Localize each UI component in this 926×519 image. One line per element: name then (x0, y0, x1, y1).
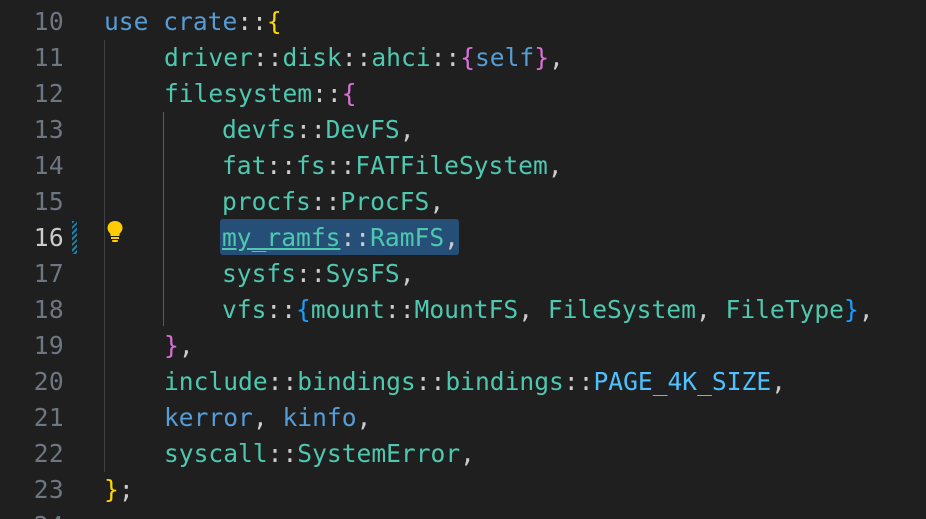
code-line[interactable]: vfs::{mount::MountFS, FileSystem, FileTy… (104, 292, 874, 328)
keyword-use: use (104, 7, 149, 36)
code-line[interactable]: use crate::{ (104, 4, 282, 40)
line-number: 13 (33, 115, 64, 144)
type-name: RamFS (370, 223, 445, 252)
type-name: FileType (725, 295, 844, 324)
module-name: procfs (222, 187, 311, 216)
module-name: sysfs (222, 259, 297, 288)
open-brace: { (296, 295, 311, 324)
close-brace: } (843, 295, 859, 324)
semicolon: ; (118, 475, 134, 504)
line-number: 12 (33, 79, 64, 108)
comma: , (178, 331, 194, 360)
type-name: MountFS (414, 295, 519, 324)
type-name: FATFileSystem (355, 151, 548, 180)
line-number: 11 (33, 43, 64, 72)
code-line[interactable]: kerror, kinfo, (104, 400, 371, 436)
code-line[interactable]: procfs::ProcFS, (104, 184, 444, 220)
comma: , (356, 403, 372, 432)
macro-name: kerror (164, 403, 253, 432)
module-name: my_ramfs (222, 223, 341, 252)
code-line[interactable]: devfs::DevFS, (104, 112, 415, 148)
module-name: driver (164, 43, 253, 72)
constant-name: PAGE_4K_SIZE (593, 367, 772, 396)
comma: , (547, 151, 563, 180)
close-brace: } (164, 331, 179, 360)
path-separator: :: (237, 7, 267, 36)
line-number: 17 (33, 259, 64, 288)
macro-name: kinfo (282, 403, 357, 432)
module-name: devfs (222, 115, 297, 144)
close-brace: } (104, 475, 119, 504)
comma: , (549, 43, 564, 72)
line-number: 18 (33, 295, 64, 324)
line-number: 22 (33, 439, 64, 468)
comma: , (771, 367, 786, 396)
code-line[interactable]: driver::disk::ahci::{self}, (104, 40, 564, 76)
module-name: bindings (297, 367, 416, 396)
line-number-gutter: 10 11 12 13 14 15 16 17 18 19 20 21 22 2… (0, 0, 100, 519)
code-editor[interactable]: 10 11 12 13 14 15 16 17 18 19 20 21 22 2… (0, 0, 926, 519)
comma: , (399, 115, 415, 144)
line-number: 15 (33, 187, 64, 216)
type-name: ProcFS (340, 187, 430, 216)
path-separator: :: (312, 79, 342, 108)
code-line[interactable]: syscall::SystemError, (104, 436, 475, 472)
code-line[interactable]: sysfs::SysFS, (104, 256, 415, 292)
type-name: DevFS (325, 115, 400, 144)
type-name: FileSystem (547, 295, 696, 324)
open-brace: { (341, 79, 357, 108)
line-number: 14 (33, 151, 64, 180)
module-name: filesystem (164, 79, 313, 108)
close-brace: } (534, 43, 550, 72)
line-number: 24 (0, 508, 64, 519)
line-number: 20 (33, 367, 64, 396)
comma: , (444, 223, 459, 252)
module-name: vfs (222, 295, 267, 324)
comma: , (399, 259, 415, 288)
module-name: mount (310, 295, 385, 324)
modified-line-marker[interactable] (72, 221, 77, 254)
module-name: fs (296, 151, 326, 180)
code-line[interactable]: }, (104, 328, 194, 364)
line-number: 23 (33, 475, 64, 504)
keyword-self: self (475, 43, 535, 72)
code-line[interactable]: fat::fs::FATFileSystem, (104, 148, 563, 184)
line-number: 21 (33, 403, 64, 432)
code-line-selected[interactable]: my_ramfs::RamFS, (104, 220, 459, 256)
code-line[interactable]: filesystem::{ (104, 76, 357, 112)
open-brace: { (266, 7, 282, 36)
code-line[interactable]: }; (104, 472, 134, 508)
keyword-crate: crate (163, 7, 238, 36)
module-name: ahci (371, 43, 431, 72)
code-line[interactable]: include::bindings::bindings::PAGE_4K_SIZ… (104, 364, 786, 400)
line-number: 10 (33, 7, 64, 36)
type-name: SystemError (297, 439, 461, 468)
module-name: fat (222, 151, 267, 180)
module-name: syscall (164, 439, 268, 468)
module-name: bindings (445, 367, 564, 396)
module-name: disk (282, 43, 342, 72)
open-brace: { (460, 43, 475, 72)
comma: , (460, 439, 475, 468)
type-name: SysFS (325, 259, 400, 288)
comma: , (429, 187, 445, 216)
active-line-number: 16 (33, 223, 64, 252)
module-name: include (164, 367, 268, 396)
comma: , (858, 295, 874, 324)
line-number: 19 (33, 331, 64, 360)
